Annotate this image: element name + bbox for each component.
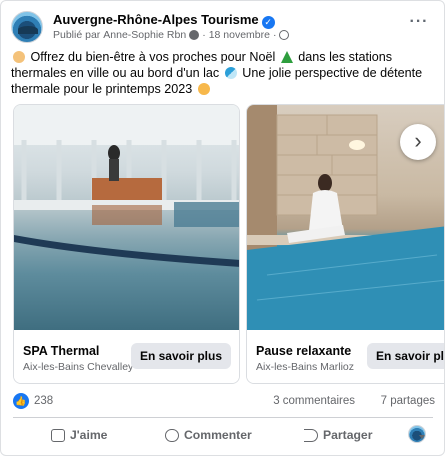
spa-pool-illustration [14,105,239,267]
learn-more-button[interactable]: En savoir plus [366,343,444,369]
comment-icon [165,428,179,442]
like-reaction-icon[interactable]: 👍 [13,393,29,409]
page-name[interactable]: Auvergne-Rhône-Alpes Tourisme [53,12,259,27]
reactions-bar: 👍 238 3 commentaires 7 partages [13,392,435,412]
like-label: J'aime [70,428,108,442]
reaction-count[interactable]: 238 [34,395,53,407]
share-icon [304,428,318,442]
divider [13,417,433,418]
card-subtitle: Aix-les-Bains Marlioz [256,361,355,373]
spa-bowl-emoji-icon [13,51,25,63]
meta-prefix: Publié par [53,29,101,41]
chevron-down-icon[interactable] [419,435,425,439]
action-bar: J'aime Commenter Partager [13,420,435,448]
globe-icon [279,30,290,40]
author-name[interactable]: Anne-Sophie Rbn [103,29,186,41]
carousel-card[interactable]: SPA Thermal Aix-les-Bains Chevalley En s… [13,104,240,384]
share-label: Partager [323,428,373,442]
wave-emoji-icon [224,67,237,79]
image-carousel: SPA Thermal Aix-les-Bains Chevalley En s… [13,104,444,384]
more-options-button[interactable]: ··· [406,14,432,35]
post-date[interactable]: 18 novembre [209,29,270,41]
verified-badge-icon: ✓ [261,16,275,29]
card-title[interactable]: SPA Thermal [23,344,99,358]
christmas-tree-emoji-icon [280,51,293,63]
comments-count[interactable]: 3 commentaires [273,395,355,407]
page-avatar[interactable] [11,11,43,43]
card-subtitle: Aix-les-Bains Chevalley [23,361,134,373]
actor-avatar[interactable] [408,425,426,443]
learn-more-button[interactable]: En savoir plus [130,343,231,369]
feed-post: Auvergne-Rhône-Alpes Tourisme ✓ Publié pa… [0,0,445,456]
smiling-hearts-emoji-icon [197,83,210,95]
card-info: SPA Thermal Aix-les-Bains Chevalley En s… [14,330,239,383]
chevron-right-icon[interactable]: › [400,124,436,160]
page-name-link[interactable]: Auvergne-Rhône-Alpes Tourisme ✓ [53,12,275,29]
meta-separator: · [202,29,206,41]
author-profile-icon [189,30,200,40]
like-button[interactable]: J'aime [51,424,107,446]
post-header: Auvergne-Rhône-Alpes Tourisme ✓ Publié pa… [11,11,436,45]
post-text-part-1: Offrez du bien-être à vos proches pour N… [30,50,276,64]
meta-separator-2: · [272,29,277,41]
post-text: Offrez du bien-être à vos proches pour N… [11,49,436,97]
thumbs-up-icon [51,428,65,442]
shares-count[interactable]: 7 partages [381,395,435,407]
spa-pool-photo[interactable] [14,105,239,330]
share-button[interactable]: Partager [304,424,372,446]
card-title[interactable]: Pause relaxante [256,344,351,358]
comment-label: Commenter [184,428,252,442]
comment-button[interactable]: Commenter [165,424,252,446]
post-meta: Publié par Anne-Sophie Rbn · 18 novembre… [53,29,290,41]
card-info: Pause relaxante Aix-les-Bains Marlioz En… [247,330,444,383]
